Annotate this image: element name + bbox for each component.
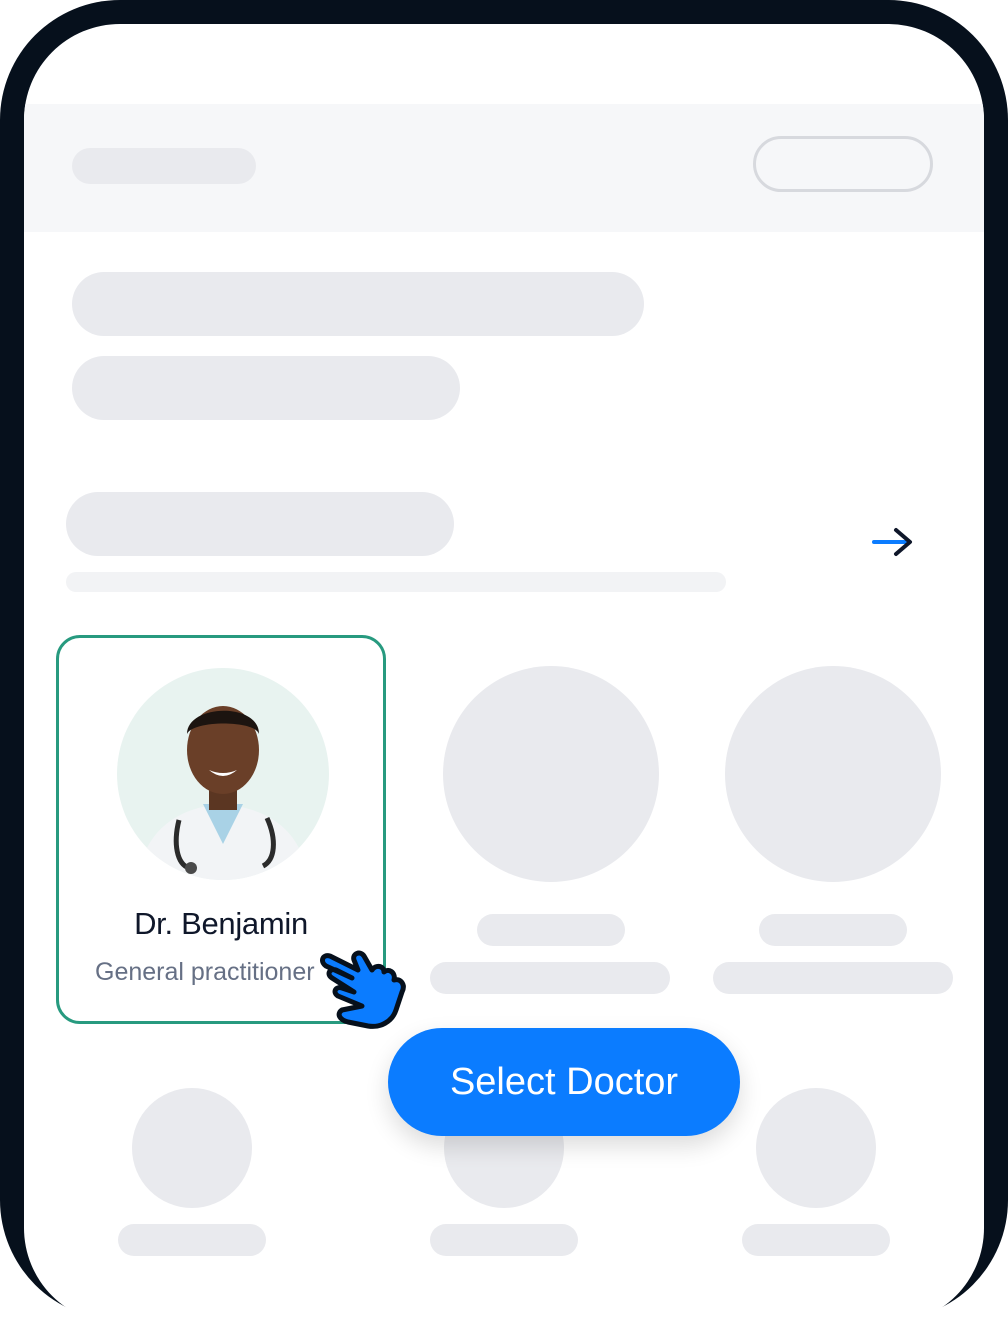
- doctor-portrait: [137, 706, 309, 880]
- header-title-skeleton: [72, 148, 256, 184]
- doctor-avatar-skeleton: [725, 666, 941, 882]
- doctor-specialty-skeleton: [713, 962, 953, 994]
- doctor-name-skeleton: [118, 1224, 266, 1256]
- doctor-avatar: [117, 668, 329, 880]
- section-title-skeleton: [66, 492, 454, 556]
- doctor-name-skeleton: [477, 914, 625, 946]
- doctor-avatar-skeleton: [756, 1088, 876, 1208]
- doctor-avatar-skeleton: [132, 1088, 252, 1208]
- subheadline-skeleton: [72, 356, 460, 420]
- app-screen: Dr. Benjamin General practitioner Select…: [24, 24, 984, 1324]
- doctor-name-skeleton: [430, 1224, 578, 1256]
- doctor-name-skeleton: [742, 1224, 890, 1256]
- select-doctor-button[interactable]: Select Doctor: [388, 1028, 740, 1136]
- pointing-hand-icon: [320, 950, 406, 1029]
- doctor-specialty-skeleton: [430, 962, 670, 994]
- doctor-name: Dr. Benjamin: [134, 906, 308, 941]
- headline-skeleton: [72, 272, 644, 336]
- doctor-name-skeleton: [759, 914, 907, 946]
- section-subtitle-skeleton: [66, 572, 726, 592]
- doctor-avatar-skeleton: [443, 666, 659, 882]
- arrow-right-icon[interactable]: [872, 524, 916, 560]
- header-action-skeleton[interactable]: [753, 136, 933, 192]
